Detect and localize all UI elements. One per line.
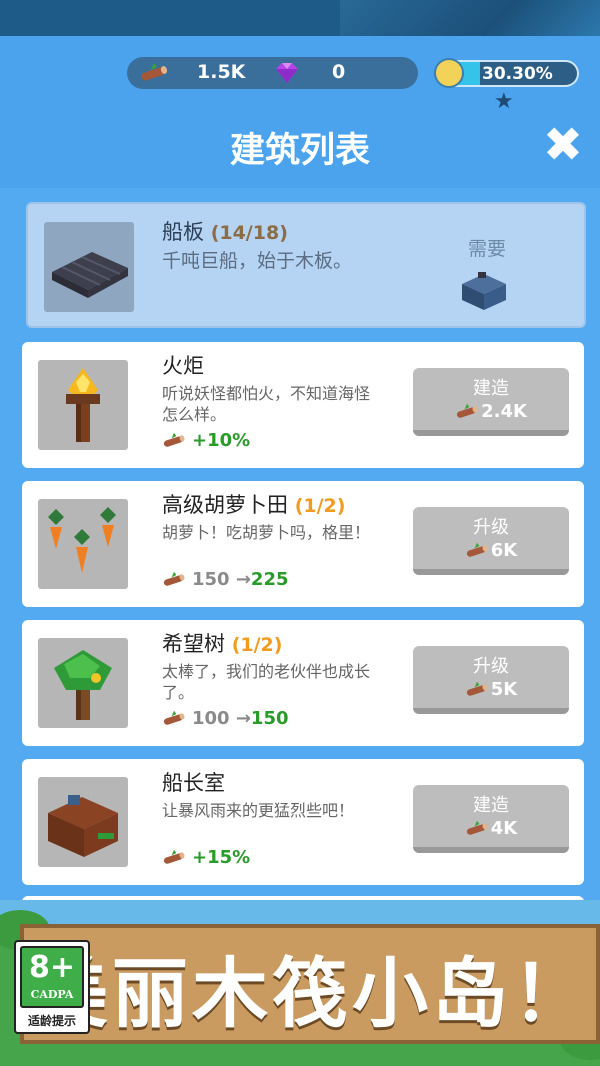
carrot-icon (48, 507, 116, 573)
plank-icon (52, 252, 128, 298)
building-name-text: 高级胡萝卜田 (162, 493, 288, 517)
stat-change: 100 →150 (192, 708, 289, 729)
building-level: (1/2) (231, 634, 283, 656)
upgrade-button[interactable]: 升级 6K (413, 507, 569, 575)
featured-count: (14/18) (210, 222, 288, 244)
banner-title: 美丽木筏小岛！ (32, 949, 592, 1038)
stat-new: 150 (250, 708, 289, 729)
top-strip (0, 0, 600, 36)
building-name: 船长室 (162, 767, 225, 797)
wood-icon (466, 681, 488, 696)
age-rating: 8+ (28, 950, 75, 985)
building-description: 让暴风雨来的更猛烈些吧！ (162, 801, 355, 820)
building-name: 火炬 (162, 350, 204, 380)
featured-description: 千吨巨船，始于木板。 (162, 250, 353, 272)
tree-icon (54, 650, 112, 720)
cabin-icon (48, 795, 118, 857)
building-description: 听说妖怪都怕火，不知道海怪怎么样。 (162, 384, 371, 424)
building-card-hope-tree: 希望树 (1/2) 太棒了，我们的老伙伴也成长了。 100 →150 升级 5K (22, 620, 584, 746)
wood-icon (466, 542, 488, 557)
building-card-carrot-field: 高级胡萝卜田 (1/2) 胡萝卜！吃胡萝卜吗，格里！ 150 →225 升级 6… (22, 481, 584, 607)
torch-icon (66, 368, 100, 442)
age-rating-brand: CADPA (30, 988, 74, 1001)
stat-new: 225 (250, 569, 289, 590)
building-name-text: 希望树 (162, 632, 225, 656)
hope-tree-thumbnail (38, 638, 128, 728)
building-description: 太棒了，我们的老伙伴也成长了。 (162, 662, 371, 702)
age-rating-box: 8+ CADPA (20, 946, 84, 1008)
building-card-captain-cabin: 船长室 让暴风雨来的更猛烈些吧！ +15% 建造 4K (22, 759, 584, 885)
build-button[interactable]: 建造 4K (413, 785, 569, 853)
ad-banner[interactable]: 美丽木筏小岛！ (0, 900, 600, 1066)
upgrade-button[interactable]: 升级 5K (413, 646, 569, 714)
wood-icon (163, 849, 185, 864)
carrot-field-thumbnail (38, 499, 128, 589)
building-name: 高级胡萝卜田 (1/2) (162, 489, 345, 519)
stat-old: 100 → (192, 708, 251, 729)
island-icon[interactable] (434, 58, 464, 88)
button-cost: 2.4K (413, 401, 569, 422)
star-icon: ★ (494, 89, 514, 114)
age-rating-badge: 8+ CADPA 适龄提示 (14, 940, 90, 1034)
building-name-text: 火炬 (162, 354, 204, 378)
stat-old: 150 → (192, 569, 251, 590)
button-cost: 6K (413, 540, 569, 561)
gem-amount: 0 (332, 61, 346, 83)
stat-bonus: +15% (192, 847, 251, 868)
island-progress-text: 30.30% (482, 64, 553, 84)
close-icon: ✖ (542, 117, 584, 173)
cost-value: 2.4K (481, 401, 527, 422)
building-description: 胡萝卜！吃胡萝卜吗，格里！ (162, 523, 371, 542)
button-label: 建造 (473, 378, 509, 399)
building-level: (1/2) (294, 495, 346, 517)
featured-name: 船板 (14/18) (162, 216, 288, 246)
stat-bonus: +10% (192, 430, 251, 451)
plank-thumbnail (44, 222, 134, 312)
wood-icon (163, 432, 185, 447)
wood-icon (163, 710, 185, 725)
requirement-label: 需要 (468, 238, 507, 260)
captain-cabin-thumbnail (38, 777, 128, 867)
torch-thumbnail (38, 360, 128, 450)
stat-change: 150 →225 (192, 569, 289, 590)
wood-amount: 1.5K (197, 61, 246, 83)
page-title: 建筑列表 (229, 131, 370, 171)
wood-icon (466, 820, 488, 835)
ocean-background (340, 0, 600, 36)
building-name: 希望树 (1/2) (162, 628, 282, 658)
button-label: 建造 (473, 795, 509, 816)
building-name-text: 船长室 (162, 771, 225, 795)
wood-icon (456, 403, 478, 418)
featured-building-card: 船板 (14/18) 千吨巨船，始于木板。 需要 (26, 202, 586, 328)
close-button[interactable]: ✖ (540, 121, 586, 169)
button-label: 升级 (473, 656, 509, 677)
wood-icon (163, 571, 185, 586)
gem-icon (276, 63, 298, 83)
cost-value: 6K (490, 540, 518, 561)
button-cost: 5K (413, 679, 569, 700)
age-rating-tip: 适龄提示 (27, 1014, 76, 1028)
build-button[interactable]: 建造 2.4K (413, 368, 569, 436)
wood-icon (141, 63, 168, 81)
featured-name-text: 船板 (162, 220, 204, 244)
captain-cabin-requirement-icon (462, 272, 506, 310)
resource-bar: 1.5K 0 (127, 57, 418, 89)
building-card-torch: 火炬 听说妖怪都怕火，不知道海怪怎么样。 +10% 建造 2.4K (22, 342, 584, 468)
button-label: 升级 (473, 517, 509, 538)
cost-value: 4K (490, 818, 518, 839)
cost-value: 5K (490, 679, 518, 700)
button-cost: 4K (413, 818, 569, 839)
